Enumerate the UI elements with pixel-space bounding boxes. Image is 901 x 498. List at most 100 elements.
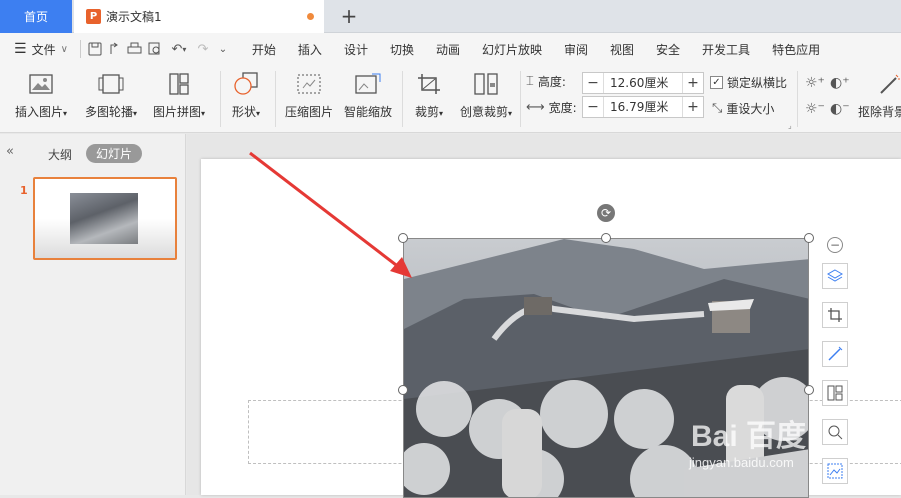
contrast-up-icon[interactable]: ◐⁺ xyxy=(830,75,850,91)
resize-handle-top-left[interactable] xyxy=(398,233,408,243)
presentation-icon: P xyxy=(86,9,101,24)
float-picture-button[interactable] xyxy=(822,458,848,484)
insert-picture-button[interactable]: 插入图片▾ xyxy=(12,71,70,120)
redo-icon: ↷ xyxy=(197,41,209,57)
float-crop-button[interactable] xyxy=(822,302,848,328)
menu-item-security[interactable]: 安全 xyxy=(645,41,691,58)
creative-crop-button[interactable]: 创意裁剪▾ xyxy=(456,71,516,120)
resize-handle-top-right[interactable] xyxy=(804,233,814,243)
reset-size-button[interactable]: ⤡ 重设大小 xyxy=(712,100,774,117)
compress-picture-button[interactable]: 压缩图片 xyxy=(283,71,335,120)
picture-collage-button[interactable]: 图片拼图▾ xyxy=(150,71,208,120)
resize-handle-right[interactable] xyxy=(804,385,814,395)
lock-ratio-label: 锁定纵横比 xyxy=(727,76,788,90)
slide-number: 1 xyxy=(20,184,28,197)
slide-thumbnail[interactable] xyxy=(33,177,177,260)
undo-icon[interactable]: ↶ ▾ xyxy=(165,39,193,59)
checkbox-checked-icon: ✓ xyxy=(710,76,723,89)
slides-panel: « 大纲 幻灯片 1 xyxy=(0,134,186,495)
menu-bar: ☰ 文件 ∨ ↶ ▾ ↷ ⌄ 开始 插入 设计 切换 动画 幻灯片放映 审阅 视图… xyxy=(0,33,901,65)
float-edit-button[interactable] xyxy=(822,341,848,367)
crop-label: 裁剪 xyxy=(414,105,439,119)
menu-item-slideshow[interactable]: 幻灯片放映 xyxy=(471,41,553,58)
compress-icon xyxy=(295,71,323,97)
multi-carousel-button[interactable]: 多图轮播▾ xyxy=(82,71,140,120)
float-zoom-button[interactable] xyxy=(822,419,848,445)
lock-ratio-checkbox[interactable]: ✓ 锁定纵横比 xyxy=(710,74,787,91)
shape-button[interactable]: 形状▾ xyxy=(226,71,266,120)
width-input[interactable]: 16.79厘米 xyxy=(603,97,683,117)
collapse-float-toolbar-icon[interactable]: − xyxy=(827,237,843,253)
smart-zoom-label: 智能缩放 xyxy=(343,105,392,119)
crop-icon xyxy=(828,308,842,322)
hamburger-icon: ☰ xyxy=(14,41,27,57)
menu-item-transition[interactable]: 切换 xyxy=(379,41,425,58)
brightness-down-icon[interactable]: ☼⁻ xyxy=(805,101,825,117)
creative-crop-label: 创意裁剪 xyxy=(459,105,508,119)
height-field[interactable]: − 12.60厘米 + xyxy=(582,72,704,94)
slide-canvas[interactable]: ⟳ − Bai 百度 jingyan.baidu.com xyxy=(201,159,901,498)
shape-label: 形状 xyxy=(231,105,256,119)
layers-button[interactable] xyxy=(822,263,848,289)
tab-outline[interactable]: 大纲 xyxy=(48,146,72,163)
chevron-down-icon: ∨ xyxy=(60,43,68,55)
height-control: ⌶ 高度: xyxy=(526,73,566,90)
height-decrease-button[interactable]: − xyxy=(583,73,603,93)
picture-collage-label: 图片拼图 xyxy=(152,105,201,119)
tab-home[interactable]: 首页 xyxy=(0,0,72,33)
smart-zoom-icon xyxy=(354,71,382,97)
height-increase-button[interactable]: + xyxy=(683,73,703,93)
file-menu-label: 文件 xyxy=(31,42,56,57)
brightness-up-icon[interactable]: ☼⁺ xyxy=(805,75,825,91)
menu-item-start[interactable]: 开始 xyxy=(241,41,287,58)
customize-dropdown-icon[interactable]: ⌄ xyxy=(213,39,233,59)
picture-icon xyxy=(27,71,55,97)
width-increase-button[interactable]: + xyxy=(683,97,703,117)
carousel-icon xyxy=(97,71,125,97)
menu-item-animation[interactable]: 动画 xyxy=(425,41,471,58)
unsaved-dot-icon xyxy=(307,13,314,20)
tab-slides[interactable]: 幻灯片 xyxy=(86,144,142,163)
save-icon[interactable] xyxy=(85,39,105,59)
float-collage-button[interactable] xyxy=(822,380,848,406)
resize-handle-left[interactable] xyxy=(398,385,408,395)
collage-icon xyxy=(827,385,843,401)
crop-icon xyxy=(415,71,443,97)
print-icon[interactable] xyxy=(125,39,145,59)
tab-slides-label: 幻灯片 xyxy=(95,147,132,161)
width-control: ⟷ 宽度: xyxy=(526,99,577,116)
export-icon[interactable] xyxy=(105,39,125,59)
baidu-watermark-url: jingyan.baidu.com xyxy=(689,455,794,470)
width-decrease-button[interactable]: − xyxy=(583,97,603,117)
shape-icon xyxy=(232,71,260,97)
menu-item-view[interactable]: 视图 xyxy=(599,41,645,58)
width-field[interactable]: − 16.79厘米 + xyxy=(582,96,704,118)
file-menu[interactable]: ☰ 文件 ∨ xyxy=(0,41,76,58)
width-label: 宽度: xyxy=(548,101,577,115)
menu-item-design[interactable]: 设计 xyxy=(333,41,379,58)
resize-handle-top[interactable] xyxy=(601,233,611,243)
smart-zoom-button[interactable]: 智能缩放 xyxy=(342,71,394,120)
menu-item-review[interactable]: 审阅 xyxy=(553,41,599,58)
rotate-handle-icon[interactable]: ⟳ xyxy=(597,204,615,222)
tab-home-label: 首页 xyxy=(23,10,48,24)
height-input[interactable]: 12.60厘米 xyxy=(603,73,683,93)
tab-document[interactable]: P 演示文稿1 xyxy=(74,0,324,33)
reset-size-icon: ⤡ xyxy=(712,101,723,116)
height-label: 高度: xyxy=(537,75,566,89)
remove-background-button[interactable]: 抠除背景 xyxy=(858,71,901,120)
crop-button[interactable]: 裁剪▾ xyxy=(410,71,448,120)
contrast-down-icon[interactable]: ◐⁻ xyxy=(830,101,850,117)
print-preview-icon[interactable] xyxy=(145,39,165,59)
pen-icon xyxy=(828,346,843,361)
compress-picture-label: 压缩图片 xyxy=(284,105,333,119)
collapse-panel-icon[interactable]: « xyxy=(6,144,14,159)
remove-background-label: 抠除背景 xyxy=(858,105,901,119)
menu-item-developer[interactable]: 开发工具 xyxy=(691,41,761,58)
dialog-launcher-icon[interactable]: ⌟ xyxy=(788,121,792,130)
menu-item-features[interactable]: 特色应用 xyxy=(761,41,831,58)
new-tab-button[interactable]: + xyxy=(338,4,360,28)
menu-item-insert[interactable]: 插入 xyxy=(287,41,333,58)
baidu-watermark-logo: Bai 百度 xyxy=(691,420,807,453)
plus-icon: + xyxy=(340,4,358,28)
